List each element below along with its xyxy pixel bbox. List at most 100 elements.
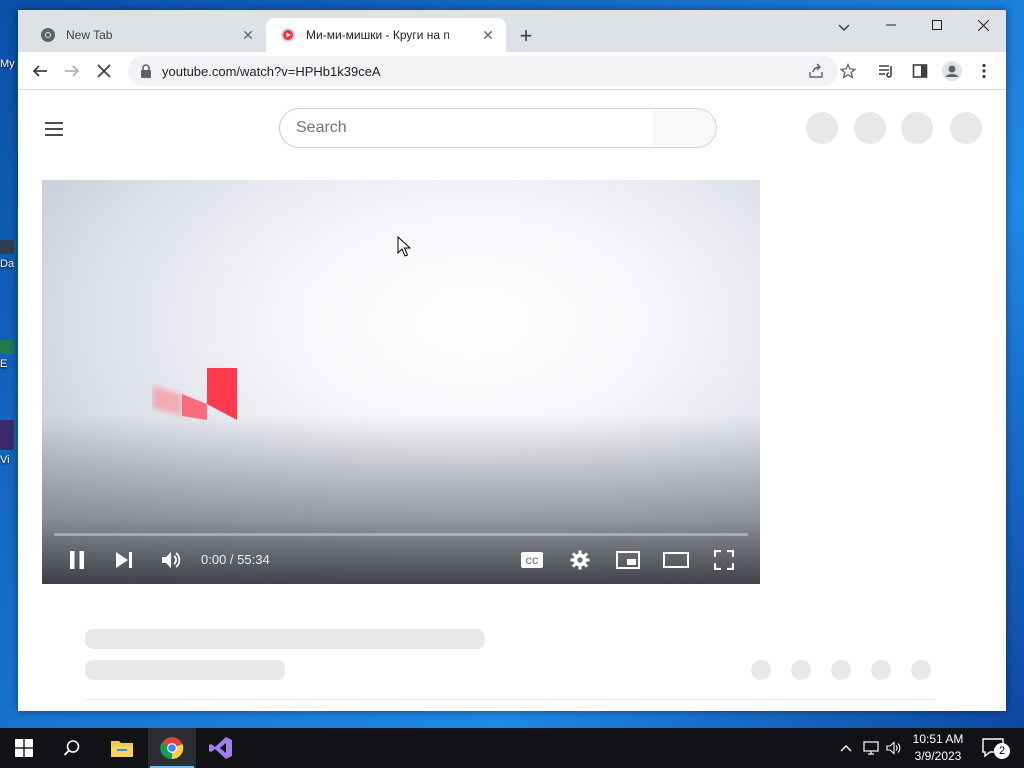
theater-mode-button[interactable] [658,546,694,574]
header-icon-placeholder[interactable] [950,112,982,144]
folder-icon [111,741,133,757]
system-clock[interactable]: 10:51 AM 3/9/2023 [902,731,974,765]
search-taskbar-button[interactable] [48,728,96,768]
tab-youtube[interactable]: Ми-ми-мишки - Круги на п ✕ [266,18,506,52]
url-text: youtube.com/watch?v=HPHb1k39ceA [162,63,381,79]
search-icon [63,740,80,756]
share-icon[interactable] [802,57,830,85]
mouse-cursor-icon [397,236,411,257]
bookmark-star-icon[interactable] [834,57,862,85]
youtube-page: Search 0:00 / 55:34 CC [18,90,1006,711]
pause-button[interactable] [59,546,95,574]
fullscreen-icon [714,550,734,570]
action-skeleton [791,660,811,680]
windows-taskbar: 10:51 AM 3/9/2023 2 [0,728,1024,768]
chrome-window: New Tab ✕ Ми-ми-мишки - Круги на п ✕ + y… [18,10,1006,711]
tab-title: New Tab [66,28,113,42]
chrome-taskbar-button[interactable] [148,728,196,768]
header-icon-placeholder[interactable] [901,112,933,144]
action-skeleton [871,660,891,680]
chrome-menu-icon[interactable] [970,57,998,85]
header-icon-placeholder[interactable] [854,112,886,144]
tab-new-tab[interactable]: New Tab ✕ [26,18,266,52]
app-icon [0,240,14,254]
closed-captions-icon: CC [521,552,543,568]
desktop-icon-visual-studio[interactable]: Vi [0,420,18,466]
new-tab-button[interactable]: + [514,23,538,48]
notification-count-badge: 2 [994,743,1010,759]
app-icon [0,340,14,354]
close-tab-icon[interactable]: ✕ [478,25,498,45]
search-placeholder: Search [296,119,347,136]
visual-studio-icon [209,737,232,759]
desktop-icon-edge[interactable]: E [0,340,18,370]
close-window-button[interactable] [960,10,1006,40]
miniplayer-icon [616,551,640,569]
desktop-icon-label: Vi [0,454,10,466]
action-center-button[interactable]: 2 [978,734,1012,762]
action-skeleton [831,660,851,680]
search-input[interactable]: Search [279,108,654,148]
back-arrow-icon [32,65,47,77]
content-divider [85,699,935,700]
desktop-icon-label: E [0,358,8,370]
header-icon-placeholder[interactable] [806,112,838,144]
stop-x-icon [97,64,111,78]
next-button[interactable] [106,546,142,574]
address-bar[interactable]: youtube.com/watch?v=HPHb1k39ceA [128,56,838,86]
tab-strip: New Tab ✕ Ми-ми-мишки - Круги на п ✕ + [18,10,1006,52]
forward-arrow-icon [65,65,80,77]
chrome-icon [41,28,55,42]
file-explorer-button[interactable] [98,728,146,768]
desktop-icon-my-computer[interactable]: My [0,58,18,70]
side-panel-icon[interactable] [906,57,934,85]
profile-icon [942,61,962,81]
profile-avatar[interactable] [938,57,966,85]
clock-date: 3/9/2023 [914,749,962,763]
forward-button[interactable] [58,57,86,85]
desktop-icon-data[interactable]: Da [0,240,18,270]
start-button[interactable] [0,728,48,768]
close-tab-icon[interactable]: ✕ [238,25,258,45]
search-button[interactable] [653,108,717,148]
volume-icon [162,552,181,568]
clock-time: 10:51 AM [912,732,964,746]
tab-search-chevron-icon[interactable] [832,16,856,40]
channel-skeleton [85,660,285,680]
next-track-icon [116,552,132,568]
hamburger-menu-icon[interactable] [42,117,66,141]
network-icon [863,741,879,755]
miniplayer-button[interactable] [610,546,646,574]
reading-list-icon[interactable] [872,57,900,85]
visual-studio-button[interactable] [197,728,245,768]
settings-button[interactable] [562,546,598,574]
pause-icon [70,551,84,569]
browser-toolbar: youtube.com/watch?v=HPHb1k39ceA [18,52,1006,90]
network-status-button[interactable] [860,728,882,768]
desktop-icon-label: Da [0,258,15,270]
tab-title: Ми-ми-мишки - Круги на п [306,28,450,42]
back-button[interactable] [26,57,54,85]
subtitles-button[interactable]: CC [514,546,550,574]
windows-logo-icon [15,739,33,757]
chrome-icon [160,737,184,760]
action-skeleton [751,660,771,680]
volume-tray-button[interactable] [884,728,904,768]
lock-icon [141,64,151,78]
time-display: 0:00 / 55:34 [201,552,270,567]
player-controls-gradient [42,414,760,584]
volume-button[interactable] [153,546,189,574]
gear-icon [570,550,590,570]
show-hidden-icons-button[interactable] [836,728,856,768]
theater-mode-icon [663,552,689,568]
action-skeleton [911,660,931,680]
progress-bar[interactable] [54,533,748,536]
app-icon [0,420,14,450]
youtube-favicon-icon [281,28,295,42]
stop-loading-button[interactable] [90,57,118,85]
speaker-icon [886,741,901,755]
maximize-button[interactable] [914,10,960,40]
desktop-icon-label: My [0,58,15,70]
fullscreen-button[interactable] [706,546,742,574]
minimize-button[interactable] [868,10,914,40]
